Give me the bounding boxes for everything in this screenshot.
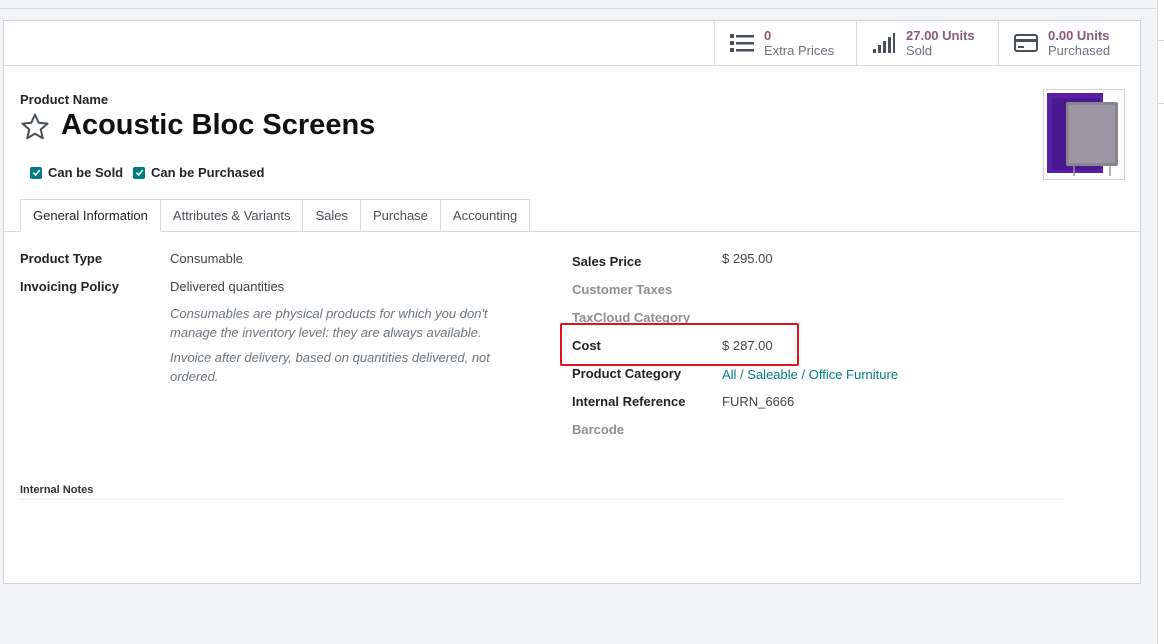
sales-price-field[interactable]: $ 295.00 — [722, 251, 773, 266]
favorite-star-icon[interactable] — [20, 112, 50, 142]
can-be-sold-checkbox[interactable]: Can be Sold — [30, 165, 123, 180]
signal-bars-icon — [871, 32, 897, 54]
product-category-link[interactable]: All / Saleable / Office Furniture — [722, 367, 898, 382]
right-side-panel — [1157, 0, 1164, 644]
product-type-label: Product Type — [20, 251, 103, 266]
product-type-help-text: Consumables are physical products for wh… — [170, 306, 488, 340]
tab-attributes-variants[interactable]: Attributes & Variants — [160, 199, 304, 232]
tab-sales[interactable]: Sales — [303, 199, 361, 232]
notebook-tabs: General Information Attributes & Variant… — [20, 199, 531, 232]
invoicing-policy-label: Invoicing Policy — [20, 279, 119, 294]
extra-prices-label: Extra Prices — [764, 43, 835, 58]
product-image[interactable] — [1043, 89, 1125, 180]
internal-notes-label: Internal Notes — [20, 484, 94, 496]
purchased-value: 0.00 Units — [1048, 28, 1110, 43]
tab-accounting[interactable]: Accounting — [440, 199, 531, 232]
button-box: 0 Extra Prices 27.00 Units Sold 0.00 Uni… — [4, 21, 1140, 66]
sold-label: Sold — [906, 43, 933, 58]
top-divider — [0, 8, 1156, 9]
product-name-label: Product Name — [20, 92, 109, 107]
can-be-purchased-label: Can be Purchased — [151, 165, 265, 180]
purchased-button[interactable]: 0.00 Units Purchased — [998, 21, 1140, 65]
tab-general-information[interactable]: General Information — [20, 199, 161, 232]
cost-label: Cost — [572, 338, 601, 353]
tab-purchase[interactable]: Purchase — [360, 199, 441, 232]
sold-value: 27.00 Units — [906, 28, 975, 43]
barcode-label: Barcode — [572, 422, 625, 437]
invoicing-policy-select[interactable]: Delivered quantities — [170, 279, 284, 294]
extra-prices-button[interactable]: 0 Extra Prices — [714, 21, 856, 65]
internal-notes-field[interactable] — [20, 499, 1064, 500]
extra-prices-value: 0 — [764, 28, 772, 43]
product-name-field[interactable]: Acoustic Bloc Screens — [61, 109, 375, 142]
internal-reference-label: Internal Reference — [572, 394, 686, 409]
checkbox-checked-icon — [30, 166, 42, 179]
invoicing-help-text: Invoice after delivery, based on quantit… — [170, 350, 490, 384]
product-form-sheet: 0 Extra Prices 27.00 Units Sold 0.00 Uni… — [3, 20, 1141, 584]
list-icon — [729, 32, 755, 54]
customer-taxes-label: Customer Taxes — [572, 282, 673, 297]
internal-reference-field[interactable]: FURN_6666 — [722, 394, 794, 409]
can-be-purchased-checkbox[interactable]: Can be Purchased — [133, 165, 264, 180]
sold-button[interactable]: 27.00 Units Sold — [856, 21, 998, 65]
cost-field[interactable]: $ 287.00 — [722, 338, 773, 353]
purchased-label: Purchased — [1048, 43, 1111, 58]
checkbox-checked-icon — [133, 166, 145, 179]
sales-price-label: Sales Price — [572, 254, 642, 269]
product-type-select[interactable]: Consumable — [170, 251, 243, 266]
can-be-sold-label: Can be Sold — [48, 165, 124, 180]
product-category-label: Product Category — [572, 366, 682, 381]
credit-card-icon — [1013, 32, 1039, 54]
